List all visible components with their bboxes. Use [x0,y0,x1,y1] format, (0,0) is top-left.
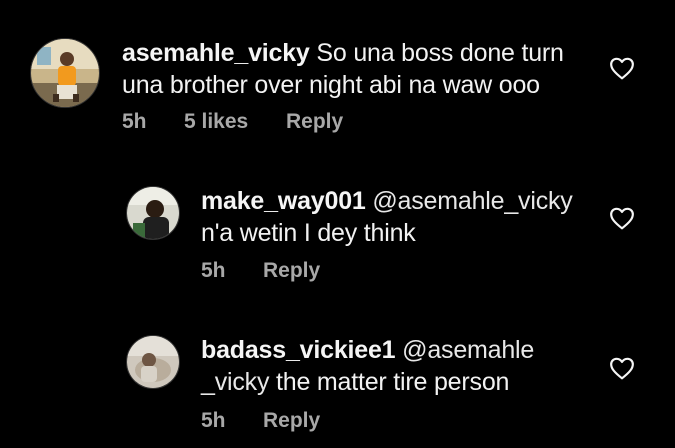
avatar-make-way001[interactable] [126,186,180,240]
mention-link[interactable]: @asemahle_vicky [372,187,572,215]
reply-button[interactable]: Reply [263,259,320,283]
heart-outline-icon[interactable] [609,206,635,230]
comment-body-line: una brother over night abi na waw ooo [122,71,540,99]
comment-1-text: asemahle_vicky So una boss done turn una… [122,37,612,101]
heart-outline-icon[interactable] [609,56,635,80]
comment-time: 5h [122,110,147,133]
profile-photo-icon [31,39,99,107]
comment-username[interactable]: make_way001 [201,187,366,215]
comment-username[interactable]: asemahle_vicky [122,39,310,67]
comment-body-line: the matter tire person [269,368,510,396]
comment-2-text: make_way001 @asemahle_vicky n'a wetin I … [201,185,601,249]
comment-time: 5h [201,409,226,432]
comment-2-meta: 5h Reply [201,259,320,283]
avatar-asemahle-vicky[interactable] [30,38,100,108]
reply-button[interactable]: Reply [263,409,320,433]
comment-time: 5h [201,259,226,282]
profile-photo-icon [127,187,179,239]
comment-username[interactable]: badass_vickiee1 [201,336,396,364]
comment-body-line: n'a wetin I dey think [201,219,416,247]
avatar-badass-vickiee1[interactable] [126,335,180,389]
comment-body-line: So una boss done turn [316,39,564,67]
heart-outline-icon[interactable] [609,356,635,380]
reply-button[interactable]: Reply [286,110,343,134]
profile-photo-icon [127,336,179,388]
likes-count[interactable]: 5 likes [184,110,286,134]
comment-3-meta: 5h Reply [201,409,320,433]
comment-3-text: badass_vickiee1 @asemahle _vicky the mat… [201,334,601,398]
comment-1-meta: 5h 5 likes Reply [122,110,343,134]
mention-link[interactable]: @asemahle [402,336,534,364]
mention-link-continued[interactable]: _vicky [201,368,269,396]
